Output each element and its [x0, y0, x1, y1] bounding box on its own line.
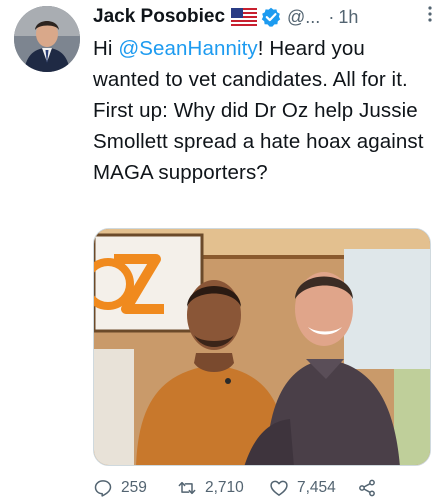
author-name[interactable]: Jack Posobiec	[93, 6, 225, 28]
like-button[interactable]: 7,454	[269, 478, 357, 498]
author-avatar[interactable]	[14, 6, 80, 72]
tweet-header: Jack Posobiec @... · 1h	[93, 4, 435, 30]
reply-button[interactable]: 259	[93, 478, 177, 498]
retweet-count: 2,710	[205, 479, 244, 496]
author-handle[interactable]: @...	[287, 7, 320, 28]
reply-icon	[93, 478, 113, 498]
like-count: 7,454	[297, 479, 336, 496]
tweet-actions: 259 2,710 7,454	[93, 476, 433, 500]
tweet-text: Hi @SeanHannity! Heard you wanted to vet…	[93, 33, 433, 188]
reply-count: 259	[121, 479, 147, 496]
verified-badge-icon	[261, 7, 281, 27]
us-flag-icon	[231, 8, 258, 26]
retweet-icon	[177, 478, 197, 498]
mention-link[interactable]: @SeanHannity	[118, 37, 257, 60]
retweet-button[interactable]: 2,710	[177, 478, 269, 498]
like-icon	[269, 478, 289, 498]
tweet-photo[interactable]	[93, 228, 431, 466]
share-button[interactable]	[357, 478, 377, 498]
tweet-timestamp[interactable]: 1h	[338, 7, 358, 28]
separator-dot: ·	[328, 6, 335, 27]
tweet-text-prefix: Hi	[93, 37, 119, 60]
more-options-icon[interactable]	[427, 5, 433, 23]
share-icon	[357, 478, 377, 498]
